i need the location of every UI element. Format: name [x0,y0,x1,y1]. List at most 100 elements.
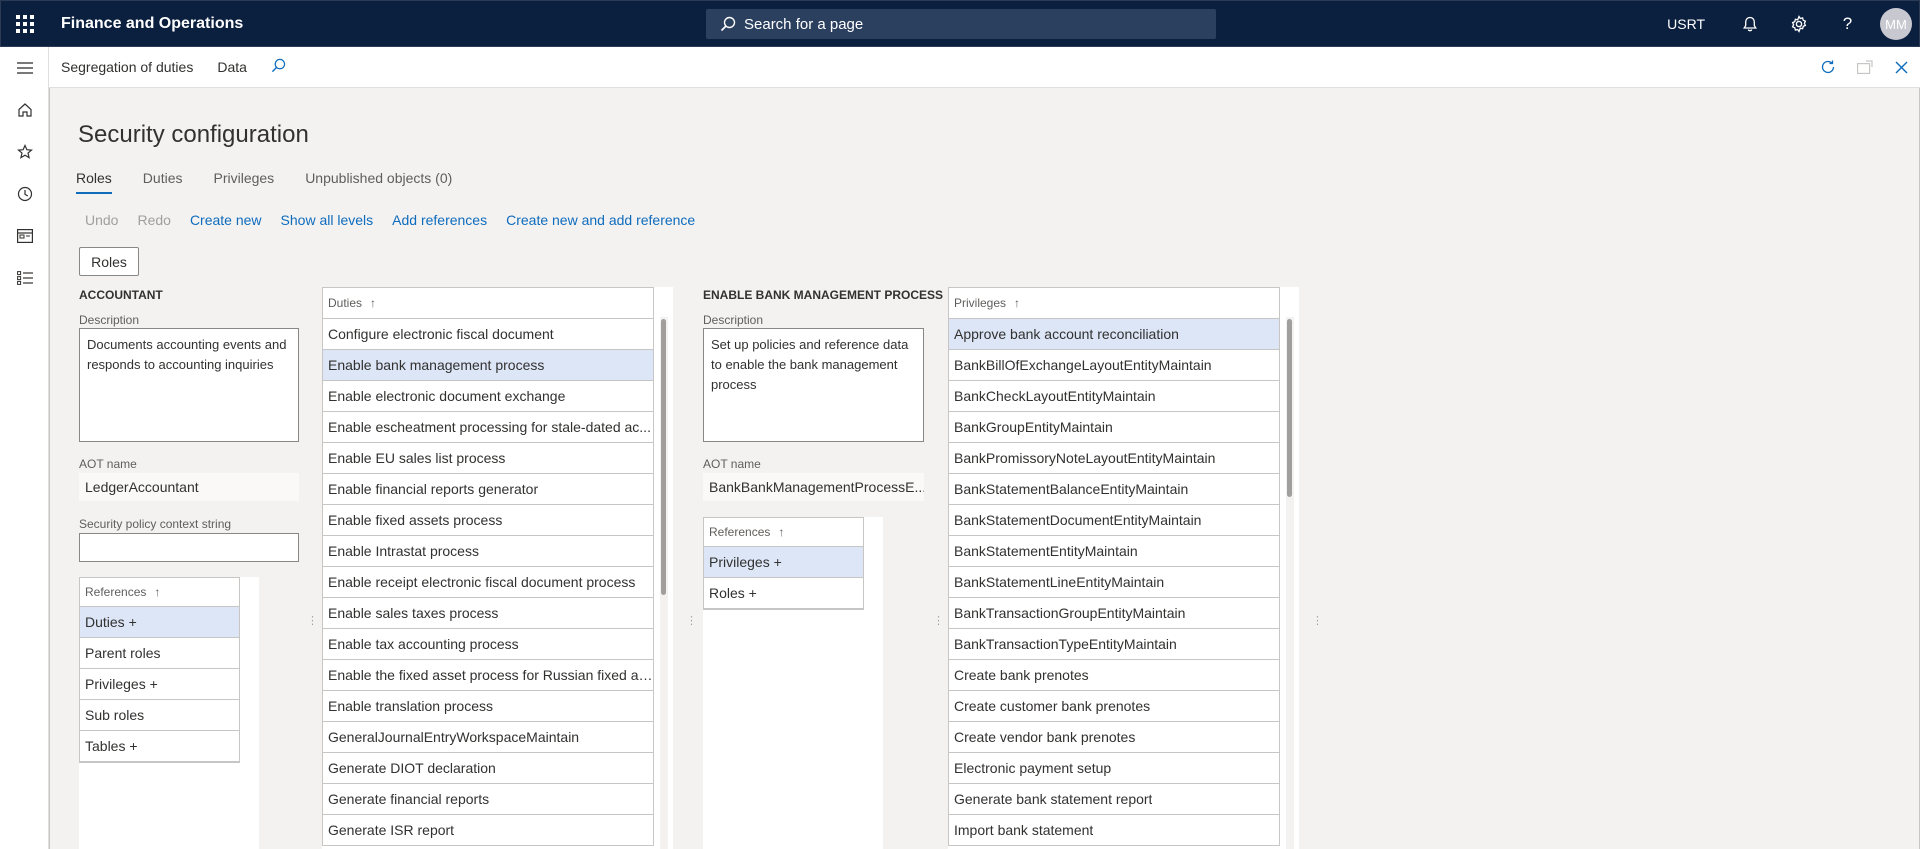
role-references-panel: References ↑ Duties + Parent roles Privi… [79,577,259,849]
home-icon [17,103,32,117]
company-picker[interactable]: USRT [1667,16,1705,32]
breadcrumb[interactable]: Segregation of duties [49,59,205,75]
list-item[interactable]: Enable bank management process [323,350,653,381]
tab-unpublished-objects[interactable]: Unpublished objects (0) [305,170,452,194]
avatar[interactable]: MM [1880,8,1912,40]
app-launcher-button[interactable] [1,1,49,47]
scrollbar-thumb[interactable] [1287,319,1292,497]
list-item[interactable]: Tables + [80,731,239,762]
list-item[interactable]: Generate ISR report [323,815,653,846]
help-button[interactable]: ? [1823,1,1872,47]
list-item[interactable]: Privileges + [704,547,863,578]
redo-button[interactable]: Redo [137,212,170,228]
nav-modules-button[interactable] [0,257,49,299]
action-search-button[interactable] [259,58,298,76]
duty-references-header[interactable]: References ↑ [704,518,863,547]
role-policy-input[interactable] [79,533,299,562]
search-input[interactable]: Search for a page [706,9,1216,39]
show-all-levels-button[interactable]: Show all levels [281,212,374,228]
list-item[interactable]: Create vendor bank prenotes [949,722,1279,753]
open-new-window-button[interactable] [1846,60,1883,74]
list-item[interactable]: BankPromissoryNoteLayoutEntityMaintain [949,443,1279,474]
tab-roles[interactable]: Roles [76,170,112,194]
list-item[interactable]: Configure electronic fiscal document [323,319,653,350]
nav-home-button[interactable] [0,89,49,131]
role-description-field[interactable]: Documents accounting events and responds… [79,328,299,442]
role-references-header[interactable]: References ↑ [80,578,239,607]
list-item[interactable]: Enable translation process [323,691,653,722]
list-item[interactable]: Enable sales taxes process [323,598,653,629]
refresh-button[interactable] [1809,59,1846,75]
list-item[interactable]: BankStatementEntityMaintain [949,536,1279,567]
list-item[interactable]: Generate bank statement report [949,784,1279,815]
splitter-handle[interactable]: ⋮ [933,614,944,627]
undo-button[interactable]: Undo [85,212,118,228]
list-item[interactable]: Import bank statement [949,815,1279,846]
list-item[interactable]: Enable the fixed asset process for Russi… [323,660,653,691]
privileges-header[interactable]: Privileges ↑ [949,288,1279,319]
role-policy-label: Security policy context string [79,517,232,531]
splitter-handle[interactable]: ⋮ [686,614,697,627]
list-item[interactable]: Privileges + [80,669,239,700]
list-item[interactable]: BankTransactionGroupEntityMaintain [949,598,1279,629]
list-item[interactable]: BankCheckLayoutEntityMaintain [949,381,1279,412]
nav-recent-button[interactable] [0,173,49,215]
list-item[interactable]: Enable EU sales list process [323,443,653,474]
list-item[interactable]: GeneralJournalEntryWorkspaceMaintain [323,722,653,753]
list-item[interactable]: BankTransactionTypeEntityMaintain [949,629,1279,660]
app-title[interactable]: Finance and Operations [61,15,243,33]
duties-header[interactable]: Duties ↑ [323,288,653,319]
notifications-button[interactable] [1725,1,1774,47]
list-item[interactable]: Roles + [704,578,863,609]
list-item[interactable]: Sub roles [80,700,239,731]
list-item[interactable]: Electronic payment setup [949,753,1279,784]
list-item[interactable]: Enable tax accounting process [323,629,653,660]
data-menu[interactable]: Data [205,59,259,75]
add-references-button[interactable]: Add references [392,212,487,228]
top-bar: Finance and Operations Search for a page… [0,0,1920,47]
list-item[interactable]: Generate DIOT declaration [323,753,653,784]
tab-privileges[interactable]: Privileges [213,170,274,194]
role-name: ACCOUNTANT [79,288,163,302]
list-item[interactable]: BankStatementDocumentEntityMaintain [949,505,1279,536]
list-item[interactable]: Enable fixed assets process [323,505,653,536]
list-item[interactable]: BankBillOfExchangeLayoutEntityMaintain [949,350,1279,381]
create-new-button[interactable]: Create new [190,212,262,228]
duty-references-panel: References ↑ Privileges + Roles + [703,517,883,849]
splitter-handle[interactable]: ⋮ [307,614,318,627]
list-item[interactable]: Duties + [80,607,239,638]
list-item[interactable]: BankStatementBalanceEntityMaintain [949,474,1279,505]
list-item[interactable]: BankGroupEntityMaintain [949,412,1279,443]
nav-workspaces-button[interactable] [0,215,49,257]
duty-description-field[interactable]: Set up policies and reference data to en… [703,328,924,442]
sort-ascending-icon: ↑ [154,585,161,599]
duties-scrollbar[interactable] [660,317,668,849]
search-icon [720,16,736,32]
settings-button[interactable] [1774,1,1823,47]
scrollbar-thumb[interactable] [661,319,666,595]
hamburger-menu-button[interactable] [0,47,49,89]
list-item[interactable]: Enable receipt electronic fiscal documen… [323,567,653,598]
page-title: Security configuration [78,121,309,148]
list-item[interactable]: Enable financial reports generator [323,474,653,505]
list-item[interactable]: Approve bank account reconciliation [949,319,1279,350]
list-item[interactable]: Create customer bank prenotes [949,691,1279,722]
role-aot-label: AOT name [79,457,137,471]
gear-icon [1791,15,1806,33]
splitter-handle[interactable]: ⋮ [1312,614,1323,627]
list-item[interactable]: Enable Intrastat process [323,536,653,567]
star-icon [16,144,33,159]
nav-favorites-button[interactable] [0,131,49,173]
list-item[interactable]: Create bank prenotes [949,660,1279,691]
privileges-scrollbar[interactable] [1286,317,1294,849]
tab-duties[interactable]: Duties [143,170,183,194]
roles-button[interactable]: Roles [79,247,139,276]
close-button[interactable] [1883,61,1920,74]
popout-icon [1856,60,1873,74]
create-new-and-add-reference-button[interactable]: Create new and add reference [506,212,695,228]
list-item[interactable]: BankStatementLineEntityMaintain [949,567,1279,598]
list-item[interactable]: Enable escheatment processing for stale-… [323,412,653,443]
list-item[interactable]: Parent roles [80,638,239,669]
list-item[interactable]: Generate financial reports [323,784,653,815]
list-item[interactable]: Enable electronic document exchange [323,381,653,412]
